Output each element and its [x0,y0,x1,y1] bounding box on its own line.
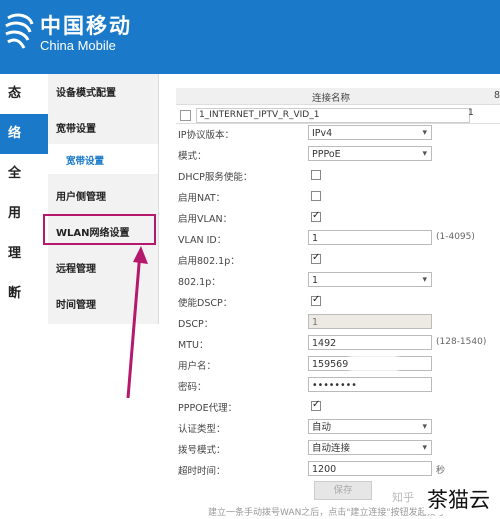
zhihu-watermark: 知乎 [392,491,414,504]
label-vlan: 启用VLAN： [178,214,233,225]
label-auth-type: 认证类型： [178,424,226,435]
timeout-input[interactable]: 1200 [308,461,432,476]
nav-item-security[interactable]: 全 [0,154,48,194]
label-mode: 模式： [178,151,207,162]
mtu-input[interactable]: 1492 [308,335,432,350]
vlan-id-hint: (1-4095) [436,232,475,242]
subnav-broadband-settings[interactable]: 宽带设置 [56,120,96,135]
form-row-nat: 启用NAT： [172,186,500,206]
timeout-unit: 秒 [436,466,446,476]
pppoe-proxy-checkbox[interactable] [311,399,321,411]
wan-config-panel: 连接名称 8 1_INTERNET_IPTV_R_VID_1 1 IP协议版本：… [172,88,500,519]
vlan-id-input[interactable]: 1 [308,230,432,245]
label-ip-version: IP协议版本： [178,130,235,141]
nat-checkbox[interactable] [311,191,321,201]
china-mobile-logo-icon [5,13,34,49]
form-row-8021p: 802.1p： 1 [172,270,500,290]
table-row[interactable]: 1_INTERNET_IPTV_R_VID_1 1 [176,105,500,124]
password-input[interactable]: •••••••• [308,377,432,392]
top-header: 中国移动 China Mobile [0,0,500,74]
label-vlan-id: VLAN ID： [178,235,227,246]
left-nav: 态 络 全 用 理 断 [0,74,48,519]
col-8: 8 [494,90,500,101]
nav-item-application[interactable]: 用 [0,194,48,234]
form-row-vlan: 启用VLAN： [172,207,500,227]
mode-select[interactable]: PPPoE [308,146,432,162]
dhcp-checkbox[interactable] [311,170,321,180]
brand-name-en: China Mobile [40,38,116,53]
vlan-checkbox[interactable] [311,210,321,222]
form-row-mtu: MTU： 1492 (128-1540) [172,333,500,353]
form-row-dscp-enable: 使能DSCP： [172,291,500,311]
form-row-dhcp: DHCP服务使能： [172,165,500,185]
form-row-auth-type: 认证类型： 自动 [172,417,500,437]
form-row-timeout: 超时时间： 1200 秒 [172,459,500,479]
brand-name-cn: 中国移动 [40,14,132,38]
site-watermark: 茶猫云 [424,484,493,514]
subnav-user-side[interactable]: 用户侧管理 [56,188,106,203]
form-row-pppoe-proxy: PPPOE代理： [172,396,500,416]
label-mtu: MTU： [178,340,209,351]
help-note: 建立一条手动拨号WAN之后，点击"建立连接"按钮发起拨号" [208,508,449,518]
form-row-8021p-enable: 启用802.1p： [172,249,500,269]
form-row-mode: 模式： PPPoE [172,144,500,164]
table-header: 连接名称 8 [176,88,500,105]
label-dscp: DSCP： [178,319,214,330]
redaction-blur [350,355,398,372]
subnav-broadband-sub[interactable]: 宽带设置 [66,153,104,167]
label-dial-mode: 拨号模式： [178,445,226,456]
form-row-vlan-id: VLAN ID： 1 (1-4095) [172,228,500,248]
dscp-checkbox[interactable] [311,294,321,306]
label-dhcp: DHCP服务使能： [178,172,253,183]
auth-type-select[interactable]: 自动 [308,419,432,435]
label-username: 用户名： [178,361,217,372]
label-pppoe-proxy: PPPOE代理： [178,403,238,414]
sub-nav: 设备模式配置 宽带设置 宽带设置 用户侧管理 WLAN网络设置 远程管理 时间管… [48,74,159,324]
label-dscp-enable: 使能DSCP： [178,298,233,309]
ip-version-select[interactable]: IPv4 [308,125,432,141]
label-8021p-enable: 启用802.1p： [178,256,240,267]
subnav-remote[interactable]: 远程管理 [56,260,96,275]
row-checkbox[interactable] [180,110,191,121]
connection-num: 1 [468,108,474,118]
subnav-time[interactable]: 时间管理 [56,296,96,311]
subnav-device-mode[interactable]: 设备模式配置 [56,84,116,99]
nav-item-network[interactable]: 络 [0,114,48,154]
form-row-dscp: DSCP： 1 [172,312,500,332]
label-password: 密码： [178,382,207,393]
nav-item-diagnosis[interactable]: 断 [0,274,48,314]
col-connection-name: 连接名称 [312,93,351,104]
wlan-highlight-box [43,214,156,245]
nav-item-management[interactable]: 理 [0,234,48,274]
8021p-select[interactable]: 1 [308,272,432,288]
label-nat: 启用NAT： [178,193,226,204]
mtu-hint: (128-1540) [436,337,487,347]
8021p-checkbox[interactable] [311,252,321,264]
dial-mode-select[interactable]: 自动连接 [308,440,432,456]
save-button[interactable]: 保存 [314,481,372,500]
form-row-password: 密码： •••••••• [172,375,500,395]
label-8021p: 802.1p： [178,277,221,288]
subnav-selected[interactable]: 宽带设置 [48,144,158,174]
label-timeout: 超时时间： [178,466,226,477]
dscp-input: 1 [308,314,432,329]
form-row-dial-mode: 拨号模式： 自动连接 [172,438,500,458]
form-row-ip-version: IP协议版本： IPv4 [172,123,500,143]
form-row-username: 用户名： 159569 [172,354,500,374]
connection-name-field[interactable]: 1_INTERNET_IPTV_R_VID_1 [196,108,470,123]
nav-item-status[interactable]: 态 [0,74,48,114]
